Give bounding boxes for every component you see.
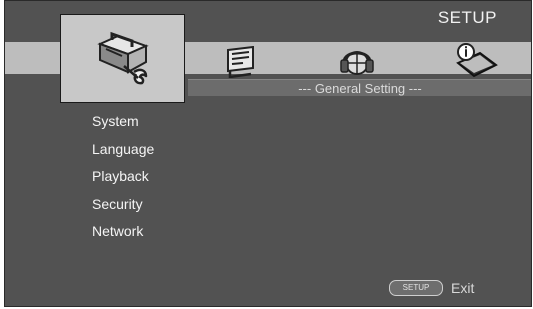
menu-item-network[interactable]: Network <box>92 219 154 247</box>
section-title: --- General Setting --- <box>188 79 531 96</box>
footer-hint: SETUP Exit <box>389 280 474 296</box>
tab-audio[interactable] <box>335 43 379 79</box>
display-screen-icon <box>227 46 254 78</box>
menu-item-security[interactable]: Security <box>92 192 154 220</box>
menu-item-language[interactable]: Language <box>92 137 154 165</box>
tab-general[interactable] <box>60 14 185 103</box>
settings-menu: System Language Playback Security Networ… <box>92 109 154 247</box>
exit-label: Exit <box>451 280 475 296</box>
page-title: SETUP <box>437 8 497 27</box>
toolbox-wrench-icon <box>83 29 163 89</box>
info-book-icon <box>456 43 498 78</box>
menu-item-system[interactable]: System <box>92 109 154 137</box>
headphones-icon <box>340 51 374 75</box>
tab-information[interactable] <box>451 41 499 79</box>
menu-item-playback[interactable]: Playback <box>92 164 154 192</box>
tab-display[interactable] <box>219 45 263 79</box>
setup-button-icon[interactable]: SETUP <box>389 280 443 296</box>
setup-screen: SETUP --- General Setting --- System Lan… <box>4 0 532 307</box>
